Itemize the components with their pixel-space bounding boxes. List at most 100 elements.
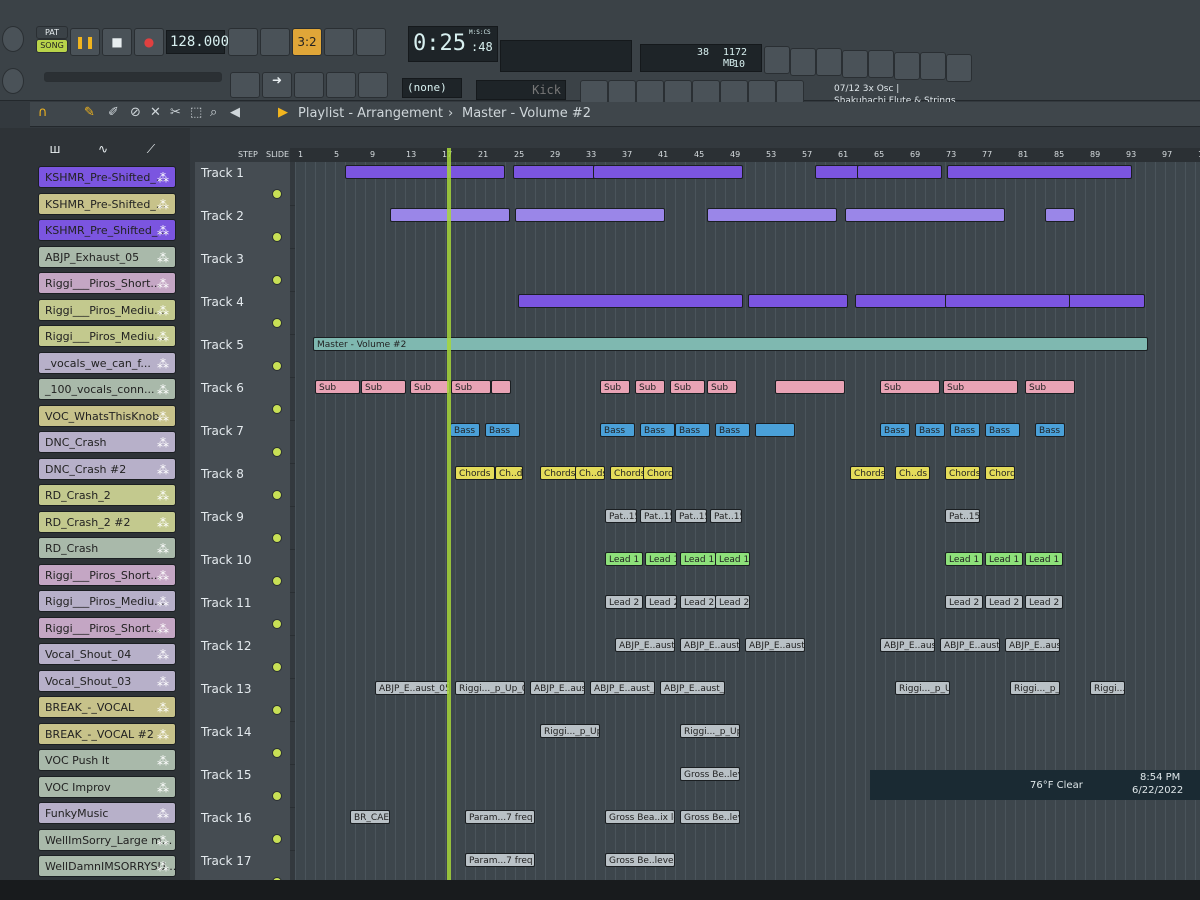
mute-icon[interactable]: ✕	[150, 105, 161, 120]
channel-item[interactable]: Riggi___Piros_Short... ⁂	[38, 272, 176, 294]
select-icon[interactable]: ⬚	[190, 105, 202, 120]
track-enable-toggle[interactable]	[272, 619, 282, 629]
pattern-clip[interactable]: Bass	[675, 423, 710, 437]
channel-item[interactable]: WellImSorry_Large m... ⁂	[38, 828, 176, 851]
pattern-clip[interactable]	[491, 380, 511, 394]
pattern-clip[interactable]: Lead 2	[680, 595, 716, 609]
track-enable-toggle[interactable]	[272, 232, 282, 242]
pattern-clip[interactable]: Ch..ds	[575, 466, 605, 480]
pattern-clip[interactable]: Chords	[985, 466, 1015, 480]
pattern-clip[interactable]	[845, 208, 1005, 222]
track-header[interactable]: Track 4	[195, 291, 290, 334]
channel-name-field[interactable]: Kick	[476, 80, 566, 100]
pattern-clip[interactable]: Pat..15	[945, 509, 980, 523]
download-button[interactable]	[946, 54, 972, 82]
pattern-clip[interactable]: Bass	[715, 423, 750, 437]
power-button[interactable]	[764, 46, 790, 74]
pattern-clip[interactable]: ABJP_E..aust_05	[940, 638, 1000, 652]
pattern-clip[interactable]: Gross Be..level #4	[680, 810, 740, 824]
track-enable-toggle[interactable]	[272, 275, 282, 285]
channel-item[interactable]: RD_Crash ⁂	[38, 537, 176, 559]
pattern-clip[interactable]: Lead 2	[645, 595, 677, 609]
channel-item[interactable]: KSHMR_Pre-Shifted_... ⁂	[38, 192, 176, 215]
stamp-button[interactable]	[358, 72, 388, 98]
channel-item[interactable]: Riggi___Piros_Mediu... ⁂	[38, 325, 176, 347]
channel-item[interactable]: Riggi___Piros_Short... ⁂	[38, 563, 176, 586]
tempo-display[interactable]: 128.000	[166, 30, 229, 54]
channel-item[interactable]: Vocal_Shout_03 ⁂	[38, 669, 176, 692]
pattern-clip[interactable]	[945, 294, 1070, 308]
channel-item[interactable]: ABJP_Exhaust_05 ⁂	[38, 245, 176, 268]
track-lane[interactable]	[295, 463, 1200, 506]
pattern-clip[interactable]: Bass	[450, 423, 480, 437]
pattern-clip[interactable]: Pat..15	[605, 509, 637, 523]
pattern-clip[interactable]: Sub	[943, 380, 1018, 394]
plugin-button[interactable]	[720, 80, 748, 104]
mixer-faders-button[interactable]	[664, 80, 692, 104]
speaker-icon[interactable]: ◀	[230, 105, 240, 120]
track-lane[interactable]	[295, 807, 1200, 850]
channel-item[interactable]: DNC_Crash ⁂	[38, 431, 176, 453]
stop-button[interactable]: ■	[102, 28, 132, 56]
pattern-clip[interactable]: Bass	[600, 423, 635, 437]
pattern-clip[interactable]: Riggi..._p_Up_05	[1010, 681, 1060, 695]
link-button[interactable]	[326, 72, 356, 98]
pattern-clip[interactable]: Bass	[950, 423, 980, 437]
channel-item[interactable]: VOC Push It ⁂	[38, 749, 176, 771]
pattern-clip[interactable]: Bass	[485, 423, 520, 437]
pattern-clip[interactable]: ABJP_E..aust_05	[880, 638, 935, 652]
track-header[interactable]: Track 7	[195, 420, 290, 463]
pattern-clip[interactable]	[593, 165, 743, 179]
pattern-clip[interactable]: Sub	[315, 380, 360, 394]
picker-mode-icon[interactable]: ш	[44, 142, 66, 158]
track-enable-toggle[interactable]	[272, 361, 282, 371]
pattern-clip[interactable]: Lead 1	[680, 552, 716, 566]
pattern-clip[interactable]: Riggi..._p_Up_05	[1090, 681, 1125, 695]
wait-input-button[interactable]	[260, 28, 290, 56]
metronome-button[interactable]	[228, 28, 258, 56]
pattern-clip[interactable]: Lead 2	[985, 595, 1023, 609]
track-header[interactable]: Track 15	[195, 764, 290, 807]
track-enable-toggle[interactable]	[272, 705, 282, 715]
pattern-clip[interactable]: Sub	[361, 380, 406, 394]
pattern-clip[interactable]: Bass	[915, 423, 945, 437]
pattern-clip[interactable]: Sub	[451, 380, 491, 394]
pattern-clip[interactable]: Gross Be..level #3	[680, 767, 740, 781]
piano-roll-button[interactable]	[294, 72, 324, 98]
track-enable-toggle[interactable]	[272, 791, 282, 801]
track-enable-toggle[interactable]	[272, 189, 282, 199]
pattern-clip[interactable]: Lead 1	[985, 552, 1023, 566]
pattern-clip[interactable]: Lead 2	[605, 595, 643, 609]
track-header[interactable]: Track 11	[195, 592, 290, 635]
pattern-clip[interactable]: BR_CAE	[350, 810, 390, 824]
channel-item[interactable]: VOC Improv ⁂	[38, 775, 176, 798]
playlist-button[interactable]	[230, 72, 260, 98]
track-header[interactable]: Track 1	[195, 162, 290, 205]
chat-button[interactable]	[920, 52, 946, 80]
pattern-clip[interactable]	[707, 208, 837, 222]
waveform-mode-icon[interactable]: ∿	[92, 142, 114, 158]
pattern-clip[interactable]: Bass	[880, 423, 910, 437]
channel-item[interactable]: Riggi___Piros_Mediu... ⁂	[38, 590, 176, 612]
channel-item[interactable]: _vocals_we_can_f... ⁂	[38, 351, 176, 374]
pattern-clip[interactable]: Ch..ds	[495, 466, 523, 480]
track-enable-toggle[interactable]	[272, 533, 282, 543]
channel-item[interactable]: RD_Crash_2 #2 ⁂	[38, 510, 176, 533]
track-enable-toggle[interactable]	[272, 490, 282, 500]
pattern-clip[interactable]: Pat..15	[640, 509, 672, 523]
pattern-clip[interactable]: Chords	[643, 466, 673, 480]
next-button[interactable]: ➜	[262, 72, 292, 98]
channel-item[interactable]: RD_Crash_2 ⁂	[38, 484, 176, 506]
track-enable-toggle[interactable]	[272, 834, 282, 844]
channel-item[interactable]: WellDamnIMSORRYSU... ⁂	[38, 855, 176, 877]
pattern-clip[interactable]: Sub	[670, 380, 705, 394]
pattern-clip[interactable]: Sub	[1025, 380, 1075, 394]
track-lane[interactable]	[295, 248, 1200, 291]
channel-item[interactable]: Vocal_Shout_04 ⁂	[38, 643, 176, 665]
track-header[interactable]: Track 16	[195, 807, 290, 850]
channel-item[interactable]: DNC_Crash #2 ⁂	[38, 457, 176, 480]
channel-item[interactable]: VOC_WhatsThisKnob ⁂	[38, 404, 176, 427]
song-mode-button[interactable]: SONG	[36, 39, 68, 53]
pattern-clip[interactable]: Sub	[600, 380, 630, 394]
pattern-clip[interactable]: ABJP_E..aust_05	[660, 681, 725, 695]
